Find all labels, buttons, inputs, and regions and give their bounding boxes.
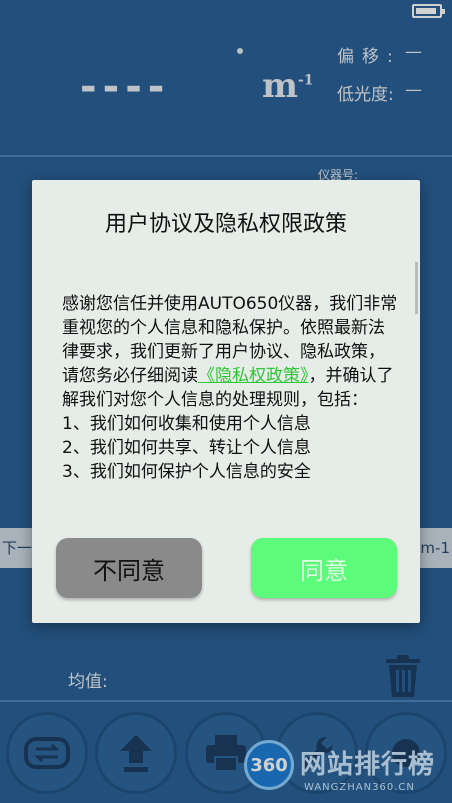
- privacy-policy-link[interactable]: 《隐私权政策》: [198, 366, 309, 386]
- privacy-dialog: 用户协议及隐私权限政策 感谢您信任并使用AUTO650仪器，我们非常重视您的个人…: [32, 180, 420, 623]
- dialog-title: 用户协议及隐私权限政策: [104, 212, 347, 237]
- list-item: 3、我们如何保护个人信息的安全: [62, 462, 311, 482]
- dialog-intro: 感谢您信任并使用AUTO650仪器，我们非常重视您的个人信息和隐私保护。依照最新…: [62, 292, 400, 412]
- disagree-button[interactable]: 不同意: [56, 538, 202, 598]
- dialog-body: 感谢您信任并使用AUTO650仪器，我们非常重视您的个人信息和隐私保护。依照最新…: [62, 292, 400, 510]
- dialog-scrollbar[interactable]: [415, 262, 418, 314]
- agree-button[interactable]: 同意: [251, 538, 397, 598]
- list-item: 1、我们如何收集和使用个人信息: [62, 414, 311, 434]
- list-item: 2、我们如何共享、转让个人信息: [62, 438, 311, 458]
